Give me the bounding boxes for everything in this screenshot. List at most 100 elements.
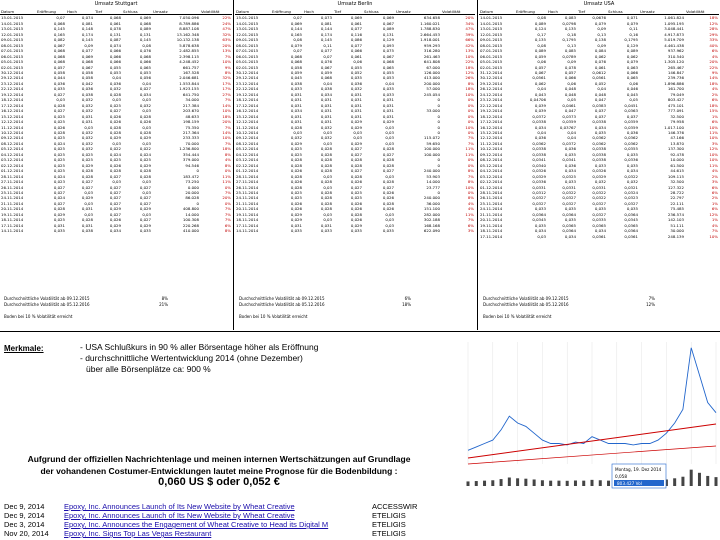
table-cell: 0,0361 — [592, 233, 606, 239]
footer-note: Boden bei 10 % Volatilität erreicht — [4, 314, 73, 319]
price-chart: Montag, 19. Dez 2014 0,058 803.427 Vol — [466, 336, 718, 504]
news-date: Dec 9, 2014 — [4, 502, 45, 511]
volume-bar — [573, 480, 577, 486]
stuttgart-table: Datum Eröffnung Hoch Tief Schluss Umsatz Volat… — [0, 9, 232, 234]
table-cell: 410.000 — [182, 228, 199, 234]
table-cell: 8% — [224, 228, 231, 234]
table-cell: 0,033 — [320, 228, 332, 234]
table-cell: 14.11.2014 — [1, 228, 24, 234]
table-cell: 0,038 — [81, 228, 93, 234]
table-cell: 622.090 — [423, 228, 440, 234]
berlin-footer: Durchschnittliche Volatilität ab 09.12.2… — [239, 296, 471, 320]
volume-bar — [483, 480, 487, 486]
berlin-table: Datum Eröffnung Hoch Tief Schluss Umsatz Volat… — [235, 9, 475, 234]
footer-value: 21% — [159, 302, 168, 307]
prognose-text: Aufgrund der offiziellen Nachrichtenlage… — [4, 453, 434, 477]
news-list: Dec 9, 2014 Epoxy, Inc. Announces Launch … — [4, 502, 704, 538]
volume-bar — [590, 479, 594, 486]
volume-bar — [697, 472, 701, 486]
table-cell: 3% — [467, 228, 474, 234]
volume-bar — [540, 480, 544, 486]
volume-bar — [607, 480, 611, 486]
volume-bar — [516, 478, 520, 486]
news-item: Dec 9, 2014 Epoxy, Inc. Announces Launch … — [4, 511, 704, 520]
volume-bar — [582, 480, 586, 486]
table-cell: 0,035 — [139, 228, 151, 234]
table-row: 14.11.2014 0,035 0,033 0,035 0,035 622.090 3% — [235, 228, 475, 233]
news-source: ACCESSWIR — [372, 502, 418, 511]
tooltip-date: Montag, 19. Dez 2014 — [615, 467, 662, 472]
tooltip-price: 0,058 — [615, 474, 627, 479]
tooltip-volume: 803.427 Vol — [617, 481, 642, 486]
prognose-value: 0,060 US $ oder 0,052 € — [158, 476, 280, 488]
footer-label: Durchschnittliche Volatilität ab 05.12.2… — [239, 302, 325, 307]
panel-title: Umsatz USA — [583, 1, 615, 7]
volume-bar — [714, 477, 718, 486]
volume-bar — [491, 480, 495, 486]
footer-label: Durchschnittliche Volatilität ab 05.12.2… — [4, 302, 90, 307]
news-link[interactable]: Epoxy, Inc. Announces Launch of Its New … — [64, 502, 372, 511]
news-source: ETELIGIS — [372, 511, 406, 520]
table-cell: 0,035 — [350, 228, 362, 234]
table-cell: 0,0361 — [624, 233, 638, 239]
volume-bar — [474, 481, 478, 486]
table-cell: 0,035 — [53, 228, 65, 234]
volume-bar — [689, 469, 693, 486]
section-divider — [0, 331, 720, 332]
table-cell: 14.11.2014 — [236, 228, 259, 234]
chart-tooltip: Montag, 19. Dez 2014 0,058 803.427 Vol — [611, 463, 667, 489]
table-cell: 17.11.2014 — [480, 233, 503, 239]
prognose-line: Aufgrund der offiziellen Nachrichtenlage… — [27, 454, 411, 464]
merkmal-item: - durchschnittliche Wertentwicklung 2014… — [80, 353, 303, 363]
panel-title: Umsatz Stuttgart — [94, 1, 138, 7]
usa-table: Datum Eröffnung Hoch Tief Schluss Umsatz Volat… — [479, 9, 719, 239]
news-link[interactable]: Epoxy, Inc. Announces Launch of Its New … — [64, 511, 372, 520]
volume-bar — [565, 480, 569, 486]
table-cell: 0,03 — [537, 233, 546, 239]
volume-bar — [532, 479, 536, 486]
news-item: Dec 9, 2014 Epoxy, Inc. Announces Launch … — [4, 502, 704, 511]
news-link[interactable]: Epoxy, Inc. Signs Top Las Vegas Restaura… — [64, 529, 372, 538]
volume-bar — [706, 475, 710, 486]
divider — [233, 0, 234, 330]
table-cell: 0,034 — [564, 233, 576, 239]
volume-bar — [681, 476, 685, 486]
news-source: ETELIGIS — [372, 520, 406, 529]
merkmale-label: Merkmale: — [4, 344, 44, 353]
footer-value: 18% — [402, 302, 411, 307]
news-item: Dec 3, 2014 Epoxy, Inc. Announces the Eng… — [4, 520, 704, 529]
table-cell: 0,034 — [109, 228, 121, 234]
price-chart-svg: Montag, 19. Dez 2014 0,058 803.427 Vol — [466, 336, 718, 504]
news-link[interactable]: Epoxy, Inc. Announces the Engagement of … — [64, 520, 372, 529]
divider — [477, 0, 478, 330]
volume-bar — [466, 481, 470, 486]
volume-bar — [549, 480, 553, 486]
volume-bar — [499, 479, 503, 486]
news-source: ETELIGIS — [372, 529, 406, 538]
merkmal-item: - USA Schlußkurs in 90 % aller Börsentag… — [80, 342, 319, 352]
usa-footer: Durchschnittliche Volatilität ab 09.12.2… — [483, 296, 715, 320]
volume-bar — [557, 480, 561, 486]
news-date: Dec 3, 2014 — [4, 520, 45, 529]
table-row: 14.11.2014 0,035 0,038 0,034 0,035 410.000 8% — [0, 228, 232, 233]
news-date: Nov 20, 2014 — [4, 529, 49, 538]
merkmale-list: - USA Schlußkurs in 90 % aller Börsentag… — [80, 342, 318, 375]
footer-value: 12% — [646, 302, 655, 307]
footer-label: Durchschnittliche Volatilität ab 05.12.2… — [483, 302, 569, 307]
volume-bar — [673, 478, 677, 486]
volume-bar — [598, 480, 602, 486]
table-row: 17.11.2014 0,03 0,034 0,0361 0,0361 248.139 10… — [479, 234, 719, 239]
news-date: Dec 9, 2014 — [4, 511, 45, 520]
footer-note: Boden bei 10 % Volatilität erreicht — [239, 314, 308, 319]
table-panel-stuttgart: Umsatz Stuttgart Datum Eröffnung Hoch Tief S… — [0, 0, 232, 330]
news-item: Nov 20, 2014 Epoxy, Inc. Signs Top Las Ve… — [4, 529, 704, 538]
table-panel-usa: Umsatz USA Datum Eröffnung Hoch Tief Schluss… — [479, 0, 719, 330]
panel-title: Umsatz Berlin — [337, 1, 373, 7]
table-cell: 0,035 — [290, 228, 302, 234]
footer-note: Boden bei 10 % Volatilität erreicht — [483, 314, 552, 319]
stuttgart-footer: Durchschnittliche Volatilität ab 09.12.2… — [4, 296, 228, 320]
merkmal-item: über alle Börsenplätze ca: 900 % — [86, 364, 211, 374]
table-cell: 248.139 — [667, 233, 684, 239]
table-panel-berlin: Umsatz Berlin Datum Eröffnung Hoch Tief Schl… — [235, 0, 475, 330]
table-cell: 10% — [709, 233, 718, 239]
